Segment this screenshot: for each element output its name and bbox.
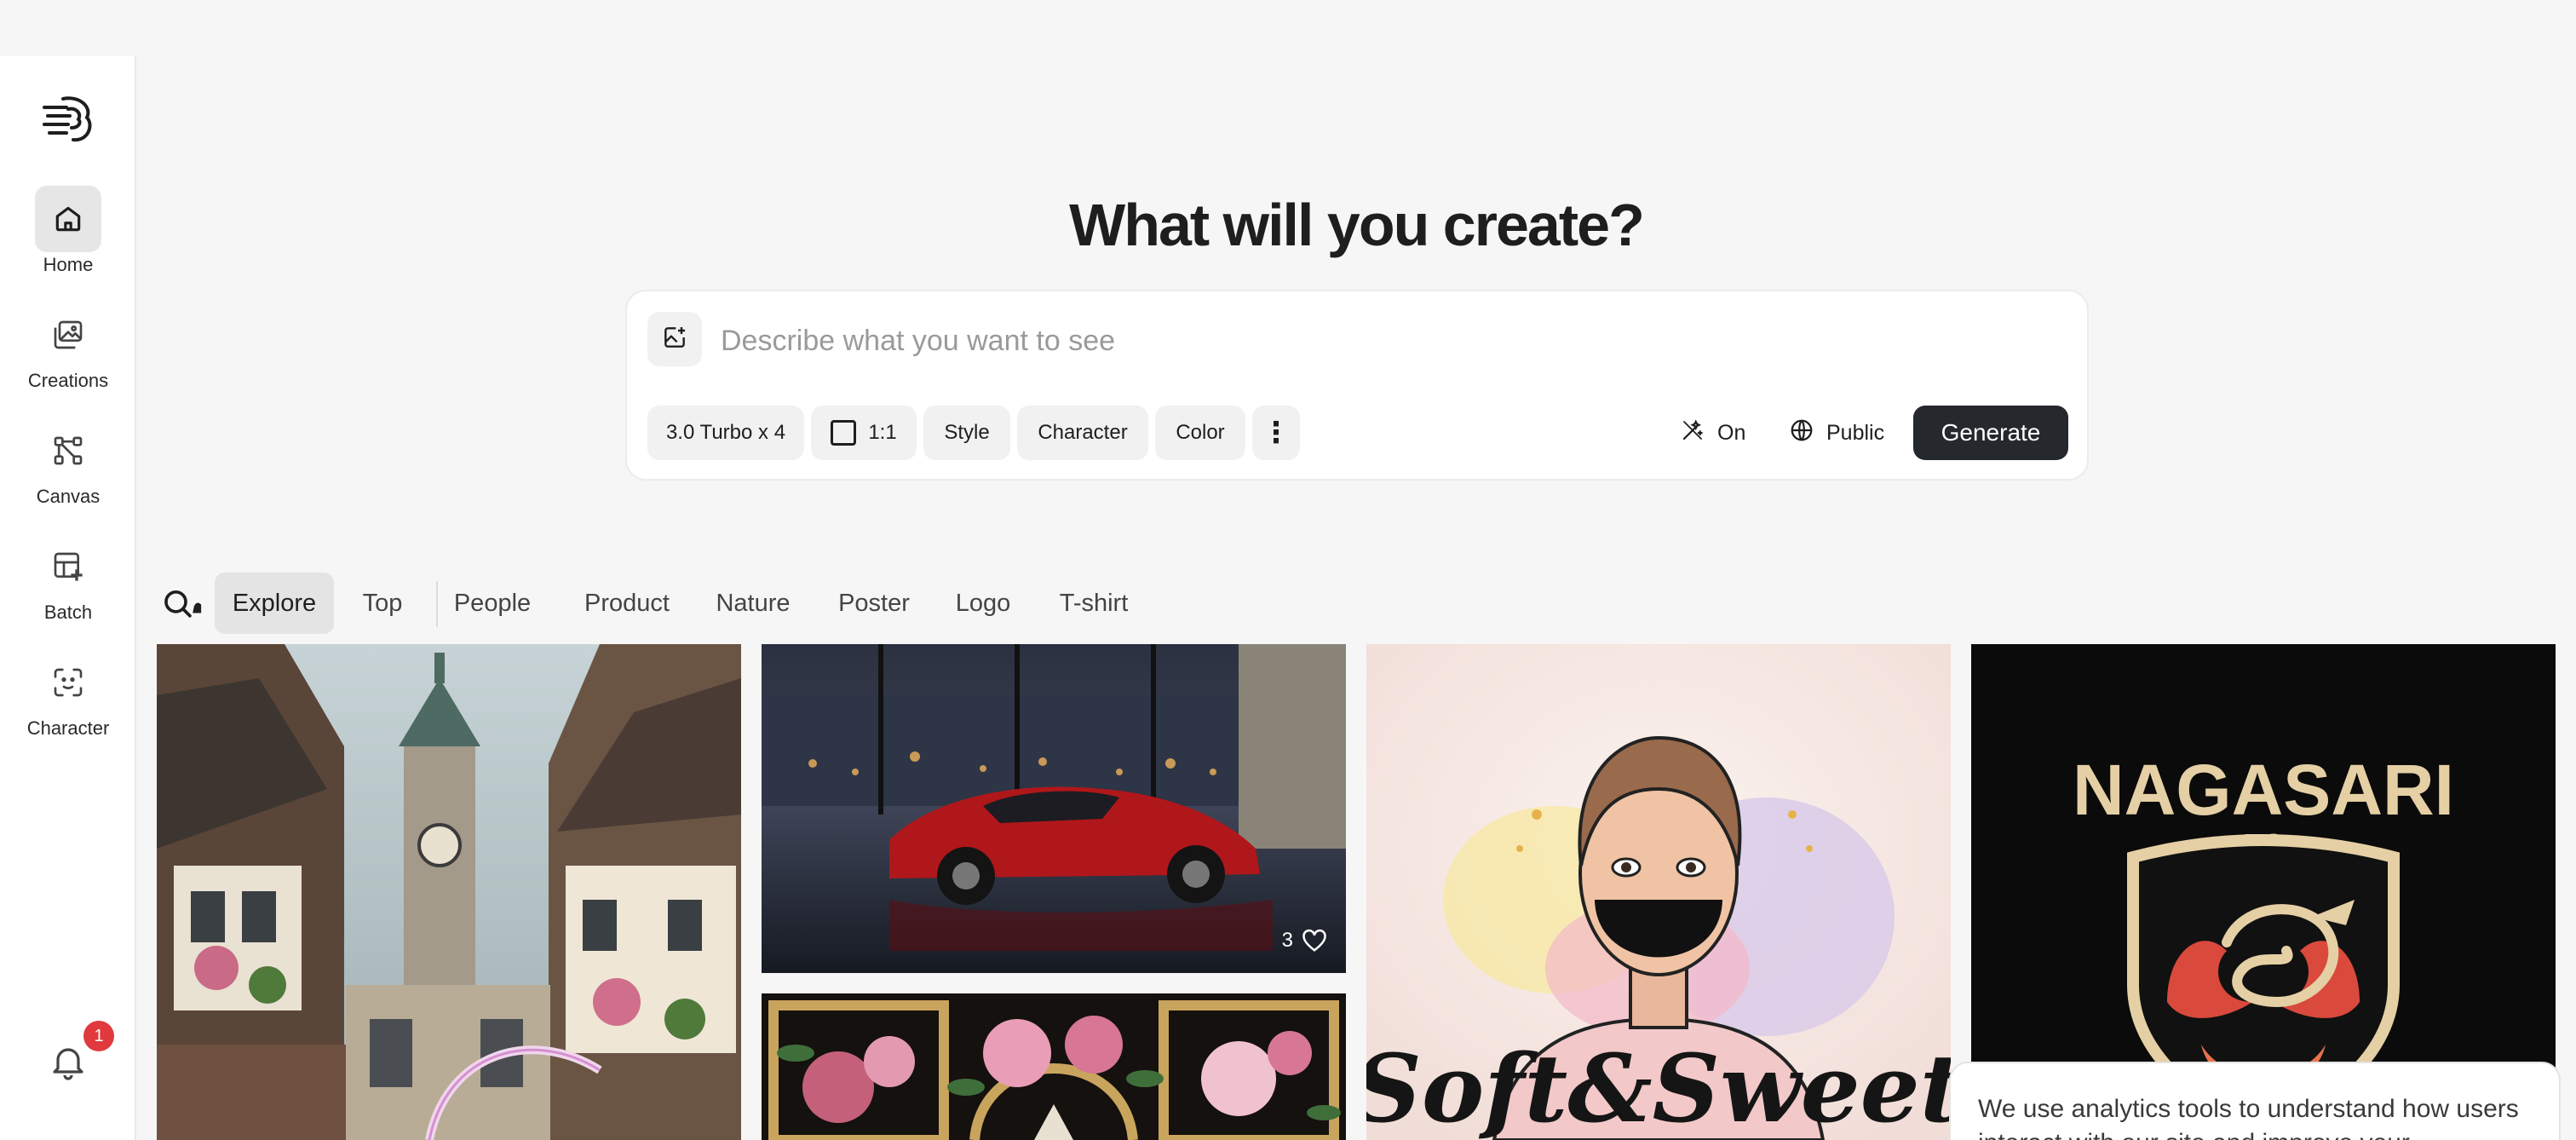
character-icon <box>35 649 101 716</box>
color-button[interactable]: Color <box>1155 406 1245 460</box>
character-button[interactable]: Character <box>1017 406 1148 460</box>
images-icon <box>35 302 101 368</box>
generate-button[interactable]: Generate <box>1913 406 2068 460</box>
sidebar-item-label: Character <box>26 717 110 739</box>
heart-icon <box>1302 929 1327 953</box>
magic-wand-icon <box>1680 417 1705 449</box>
cookie-banner-text: We use analytics tools to understand how… <box>1978 1095 2519 1140</box>
tab-nature[interactable]: Nature <box>712 573 794 634</box>
sidebar-item-label: Home <box>43 254 94 275</box>
more-options-button[interactable]: ⋮ <box>1252 406 1300 460</box>
style-button[interactable]: Style <box>923 406 1010 460</box>
like-count: 3 <box>1281 929 1293 952</box>
image-upload-button[interactable] <box>647 312 702 366</box>
globe-icon <box>1789 417 1814 449</box>
sidebar-item-canvas[interactable]: Canvas <box>0 417 136 520</box>
prompt-card: 3.0 Turbo x 4 1:1 Style Character Color … <box>625 290 2089 481</box>
model-label: 3.0 Turbo x 4 <box>665 421 786 444</box>
gallery-card-red-car[interactable]: 3 <box>762 644 1346 973</box>
image-add-icon <box>661 324 688 355</box>
tab-tshirt[interactable]: T-shirt <box>1053 573 1135 634</box>
tab-top[interactable]: Top <box>344 573 421 634</box>
sidebar-item-home[interactable]: Home <box>0 186 136 288</box>
tab-people[interactable]: People <box>450 573 535 634</box>
gallery-card-soft-sweet[interactable]: Soft&Sweet <box>1366 644 1951 1140</box>
gallery-image: Soft&Sweet <box>1366 644 1951 1140</box>
aspect-ratio-button[interactable]: 1:1 <box>811 406 917 460</box>
magic-prompt-label: On <box>1717 420 1746 445</box>
app-logo[interactable] <box>41 92 95 147</box>
tshirt-script-text: Soft&Sweet <box>1366 1033 1951 1140</box>
magic-prompt-toggle[interactable]: On <box>1680 406 1745 460</box>
prompt-input[interactable] <box>721 317 2050 365</box>
page-title: What will you create? <box>1069 192 1645 258</box>
tabs-divider <box>436 581 438 627</box>
tab-explore[interactable]: Explore <box>215 573 334 634</box>
visibility-label: Public <box>1826 420 1885 445</box>
visibility-toggle[interactable]: Public <box>1789 406 1884 460</box>
sidebar-item-character[interactable]: Character <box>0 649 136 751</box>
gallery-card-clock-tower[interactable] <box>157 644 741 1140</box>
gallery-image <box>762 993 1346 1140</box>
tab-product[interactable]: Product <box>579 573 675 634</box>
gallery-image <box>762 644 1346 973</box>
sidebar: Home Creations Canvas Batch Character <box>0 56 136 1140</box>
more-vertical-icon: ⋮ <box>1262 417 1291 449</box>
aspect-ratio-label: 1:1 <box>868 421 897 444</box>
sidebar-item-creations[interactable]: Creations <box>0 302 136 404</box>
gallery-image <box>157 644 741 1140</box>
canvas-icon <box>35 417 101 484</box>
model-selector-button[interactable]: 3.0 Turbo x 4 <box>647 406 804 460</box>
sidebar-item-batch[interactable]: Batch <box>0 533 136 636</box>
search-icon[interactable] <box>162 586 210 620</box>
sidebar-item-label: Canvas <box>36 486 101 507</box>
character-label: Character <box>1038 421 1128 444</box>
gallery-card-peony-frames[interactable] <box>762 993 1346 1140</box>
logo-main-text: NAGASARI <box>2073 750 2454 830</box>
style-label: Style <box>944 421 990 444</box>
batch-icon <box>35 533 101 600</box>
tab-logo[interactable]: Logo <box>951 573 1015 634</box>
color-label: Color <box>1176 421 1225 444</box>
sidebar-item-label: Creations <box>27 370 109 391</box>
notifications-bell-icon[interactable] <box>48 1041 89 1082</box>
like-counter[interactable]: 3 <box>1282 929 1327 953</box>
square-icon <box>831 420 857 446</box>
home-icon <box>35 186 101 252</box>
notification-count-badge: 1 <box>83 1021 114 1051</box>
tab-poster[interactable]: Poster <box>835 573 913 634</box>
sidebar-item-label: Batch <box>43 602 93 623</box>
cookie-banner: We use analytics tools to understand how… <box>1949 1062 2561 1140</box>
